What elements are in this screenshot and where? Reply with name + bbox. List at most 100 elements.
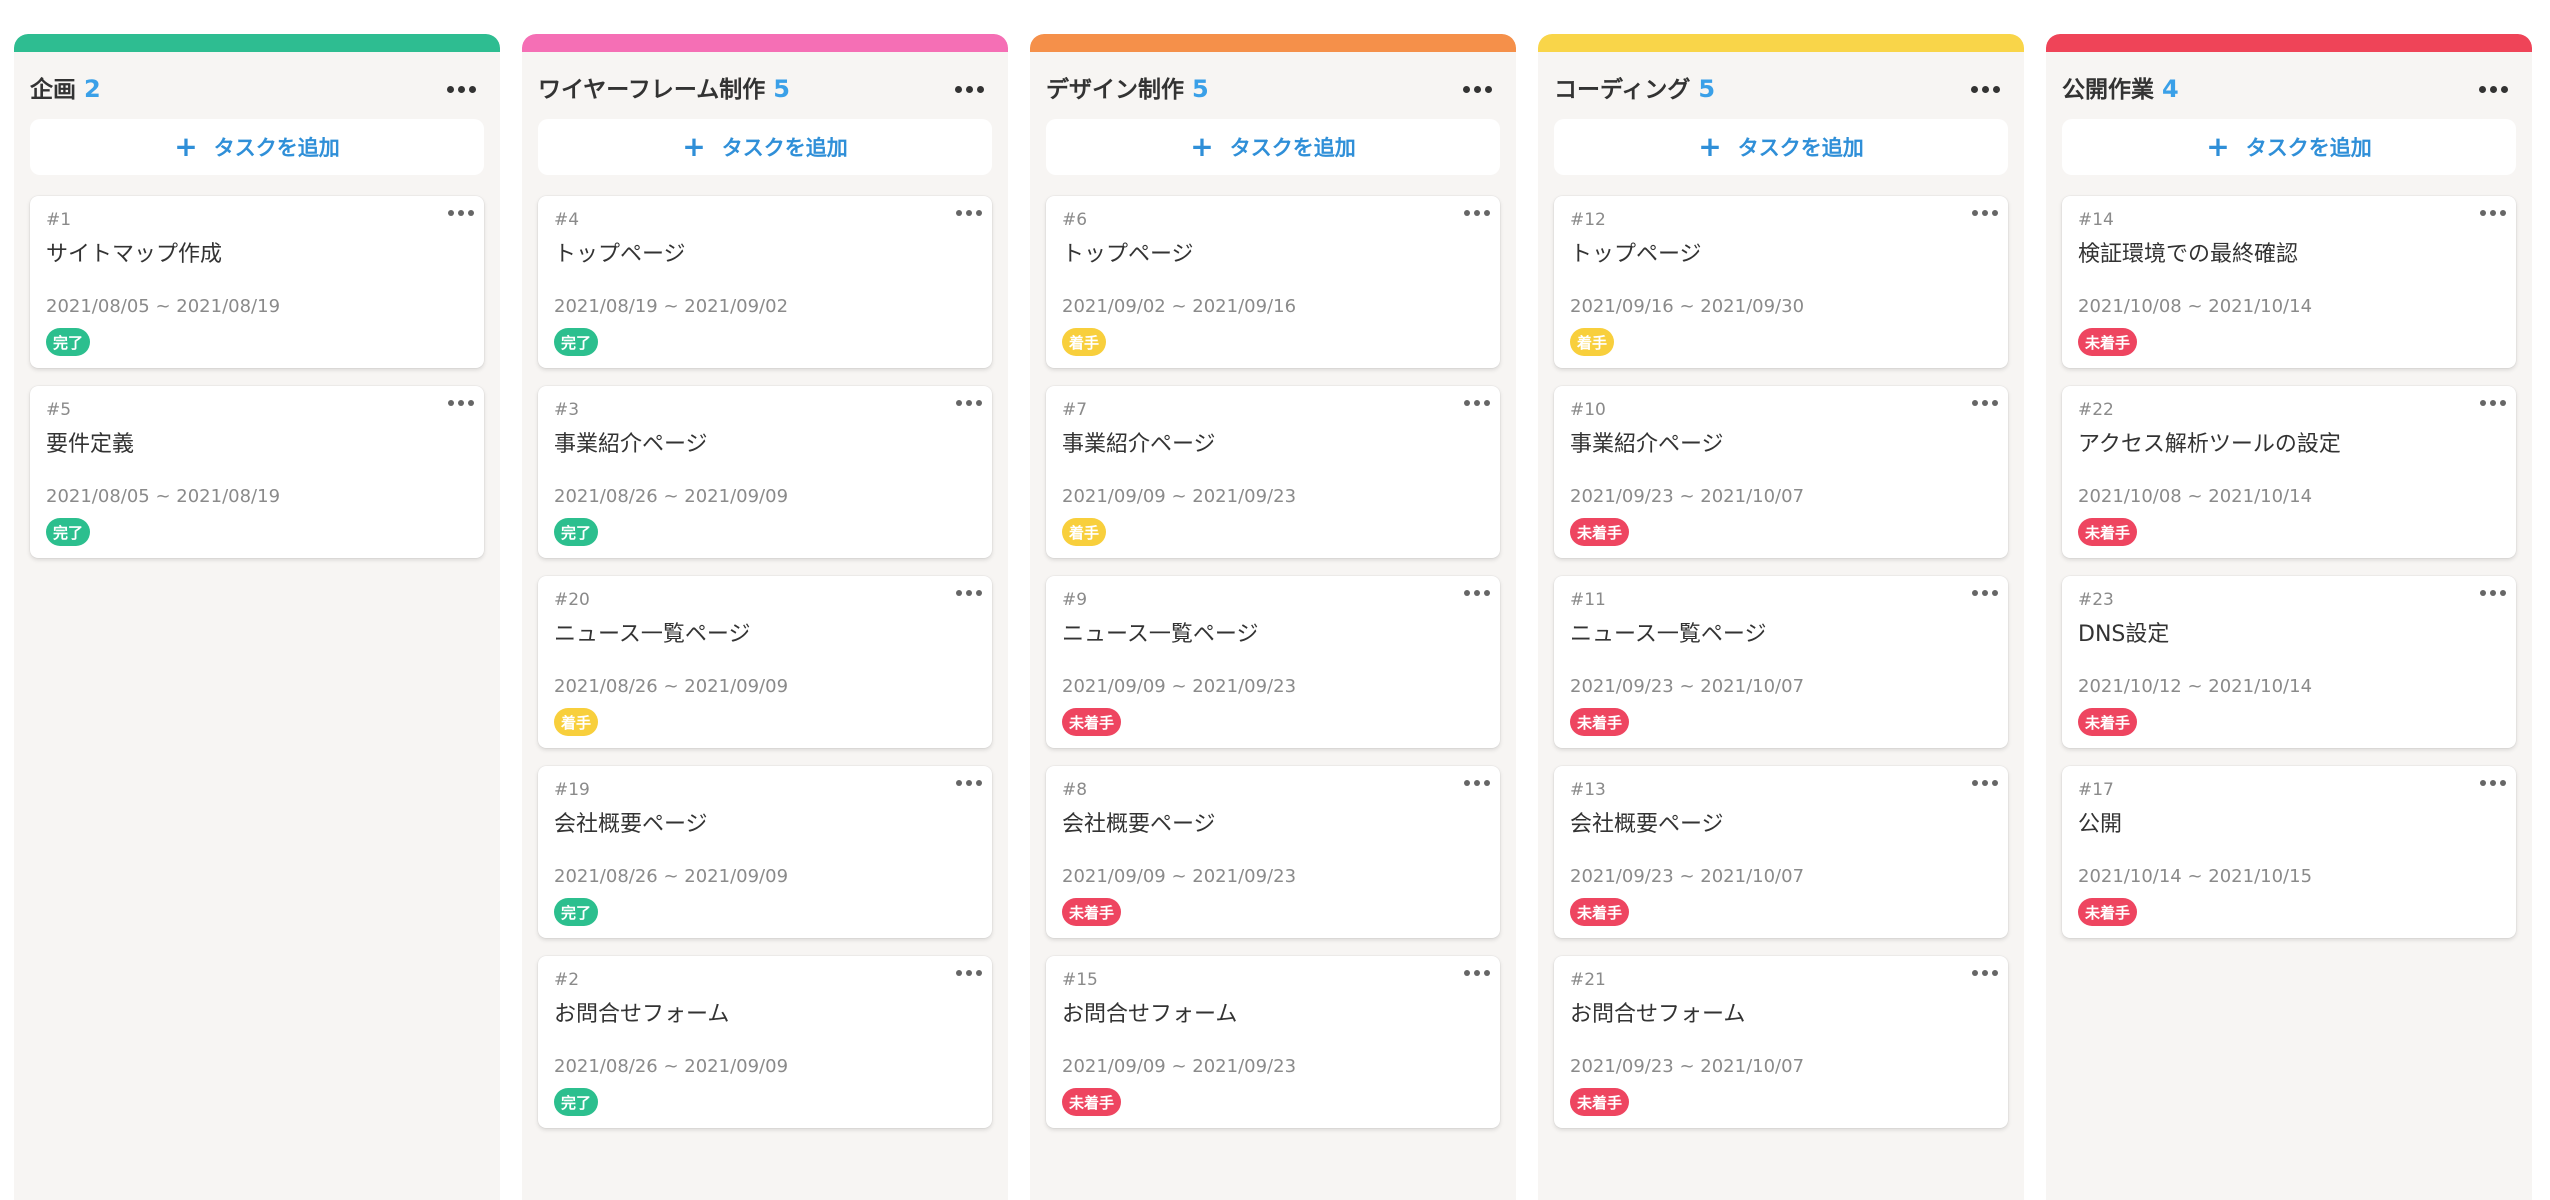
add-task-button[interactable]: + タスクを追加	[1554, 119, 2008, 175]
menu-dot	[1972, 780, 1978, 786]
task-card[interactable]: #17 公開 2021/10/14 ~ 2021/10/15 未着手	[2062, 766, 2516, 938]
column-title: コーディング 5	[1554, 68, 1715, 111]
menu-dot	[2490, 400, 2496, 406]
task-card[interactable]: #14 検証環境での最終確認 2021/10/08 ~ 2021/10/14 未着手	[2062, 196, 2516, 368]
card-menu-icon[interactable]	[1464, 970, 1490, 976]
task-title: 事業紹介ページ	[1062, 432, 1216, 457]
card-menu-icon[interactable]	[956, 210, 982, 216]
task-card[interactable]: #4 トップページ 2021/08/19 ~ 2021/09/02 完了	[538, 196, 992, 368]
status-badge: 完了	[554, 1088, 599, 1116]
task-card[interactable]: #22 アクセス解析ツールの設定 2021/10/08 ~ 2021/10/14 未着…	[2062, 386, 2516, 558]
menu-dot	[2490, 210, 2496, 216]
task-card[interactable]: #5 要件定義 2021/08/05 ~ 2021/08/19 完了	[30, 386, 484, 558]
card-menu-icon[interactable]	[1464, 210, 1490, 216]
menu-dot	[2500, 210, 2506, 216]
card-menu-icon[interactable]	[2480, 780, 2506, 786]
status-badge: 未着手	[2078, 518, 2138, 546]
menu-dot	[1972, 210, 1978, 216]
card-menu-icon[interactable]	[1464, 400, 1490, 406]
task-id: #5	[46, 400, 72, 420]
status-badge: 完了	[554, 898, 599, 926]
card-menu-icon[interactable]	[956, 780, 982, 786]
card-menu-icon[interactable]	[1972, 590, 1998, 596]
menu-dot	[469, 85, 476, 93]
task-date-range: 2021/10/14 ~ 2021/10/15	[2078, 866, 2313, 887]
menu-dot	[2480, 210, 2486, 216]
task-date-range: 2021/09/16 ~ 2021/09/30	[1570, 296, 1805, 317]
column-header: 企画 2	[30, 68, 484, 110]
menu-dot	[1474, 970, 1480, 976]
column-0: 企画 2 + タスクを追加 #1 サイトマップ作成 2021/08/05 ~ 2021/08…	[14, 34, 500, 1200]
card-menu-icon[interactable]	[448, 210, 474, 216]
card-menu-icon[interactable]	[956, 590, 982, 596]
card-menu-icon[interactable]	[1972, 780, 1998, 786]
task-date-range: 2021/08/26 ~ 2021/09/09	[554, 1056, 789, 1077]
task-title: ニュース一覧ページ	[1062, 622, 1259, 647]
column-header: 公開作業 4	[2062, 68, 2516, 110]
task-card[interactable]: #23 DNS設定 2021/10/12 ~ 2021/10/14 未着手	[2062, 576, 2516, 748]
column-menu-icon[interactable]	[2479, 68, 2508, 110]
column-menu-icon[interactable]	[955, 68, 984, 110]
add-task-button[interactable]: + タスクを追加	[30, 119, 484, 175]
plus-icon: +	[2206, 130, 2230, 163]
task-card[interactable]: #7 事業紹介ページ 2021/09/09 ~ 2021/09/23 着手	[1046, 386, 1500, 558]
menu-dot	[976, 590, 982, 596]
task-title: お問合せフォーム	[554, 1002, 730, 1027]
task-card[interactable]: #13 会社概要ページ 2021/09/23 ~ 2021/10/07 未着手	[1554, 766, 2008, 938]
task-card[interactable]: #3 事業紹介ページ 2021/08/26 ~ 2021/09/09 完了	[538, 386, 992, 558]
card-menu-icon[interactable]	[956, 970, 982, 976]
card-menu-icon[interactable]	[2480, 400, 2506, 406]
menu-dot	[1484, 970, 1490, 976]
menu-dot	[976, 780, 982, 786]
menu-dot	[2501, 85, 2508, 93]
menu-dot	[1972, 970, 1978, 976]
card-menu-icon[interactable]	[1972, 400, 1998, 406]
menu-dot	[2500, 400, 2506, 406]
task-card[interactable]: #15 お問合せフォーム 2021/09/09 ~ 2021/09/23 未着手	[1046, 956, 1500, 1128]
task-card[interactable]: #2 お問合せフォーム 2021/08/26 ~ 2021/09/09 完了	[538, 956, 992, 1128]
task-card[interactable]: #9 ニュース一覧ページ 2021/09/09 ~ 2021/09/23 未着手	[1046, 576, 1500, 748]
menu-dot	[1992, 590, 1998, 596]
add-task-button[interactable]: + タスクを追加	[2062, 119, 2516, 175]
card-menu-icon[interactable]	[2480, 590, 2506, 596]
menu-dot	[977, 85, 984, 93]
plus-icon: +	[174, 130, 198, 163]
column-title: ワイヤーフレーム制作 5	[538, 68, 790, 111]
menu-dot	[1992, 210, 1998, 216]
task-card[interactable]: #21 お問合せフォーム 2021/09/23 ~ 2021/10/07 未着手	[1554, 956, 2008, 1128]
task-card[interactable]: #11 ニュース一覧ページ 2021/09/23 ~ 2021/10/07 未着手	[1554, 576, 2008, 748]
task-card[interactable]: #8 会社概要ページ 2021/09/09 ~ 2021/09/23 未着手	[1046, 766, 1500, 938]
add-task-button[interactable]: + タスクを追加	[538, 119, 992, 175]
card-menu-icon[interactable]	[1972, 970, 1998, 976]
task-card[interactable]: #1 サイトマップ作成 2021/08/05 ~ 2021/08/19 完了	[30, 196, 484, 368]
menu-dot	[448, 210, 454, 216]
task-title: 会社概要ページ	[1062, 812, 1216, 837]
card-menu-icon[interactable]	[956, 400, 982, 406]
card-menu-icon[interactable]	[448, 400, 474, 406]
menu-dot	[1982, 400, 1988, 406]
card-menu-icon[interactable]	[2480, 210, 2506, 216]
task-id: #22	[2078, 400, 2114, 420]
status-badge: 未着手	[1062, 898, 1122, 926]
task-card[interactable]: #20 ニュース一覧ページ 2021/08/26 ~ 2021/09/09 着手	[538, 576, 992, 748]
menu-dot	[1464, 970, 1470, 976]
task-title: 要件定義	[46, 432, 135, 457]
column-menu-icon[interactable]	[1971, 68, 2000, 110]
menu-dot	[2490, 780, 2496, 786]
card-menu-icon[interactable]	[1464, 780, 1490, 786]
task-id: #4	[554, 210, 580, 230]
column-menu-icon[interactable]	[1463, 68, 1492, 110]
menu-dot	[2480, 780, 2486, 786]
task-date-range: 2021/09/23 ~ 2021/10/07	[1570, 486, 1805, 507]
task-card[interactable]: #10 事業紹介ページ 2021/09/23 ~ 2021/10/07 未着手	[1554, 386, 2008, 558]
task-card[interactable]: #12 トップページ 2021/09/16 ~ 2021/09/30 着手	[1554, 196, 2008, 368]
card-menu-icon[interactable]	[1972, 210, 1998, 216]
card-menu-icon[interactable]	[1464, 590, 1490, 596]
task-date-range: 2021/09/09 ~ 2021/09/23	[1062, 1056, 1297, 1077]
task-card[interactable]: #6 トップページ 2021/09/02 ~ 2021/09/16 着手	[1046, 196, 1500, 368]
status-badge: 未着手	[2078, 898, 2138, 926]
task-card[interactable]: #19 会社概要ページ 2021/08/26 ~ 2021/09/09 完了	[538, 766, 992, 938]
status-badge: 未着手	[1570, 708, 1630, 736]
add-task-button[interactable]: + タスクを追加	[1046, 119, 1500, 175]
column-menu-icon[interactable]	[447, 68, 476, 110]
